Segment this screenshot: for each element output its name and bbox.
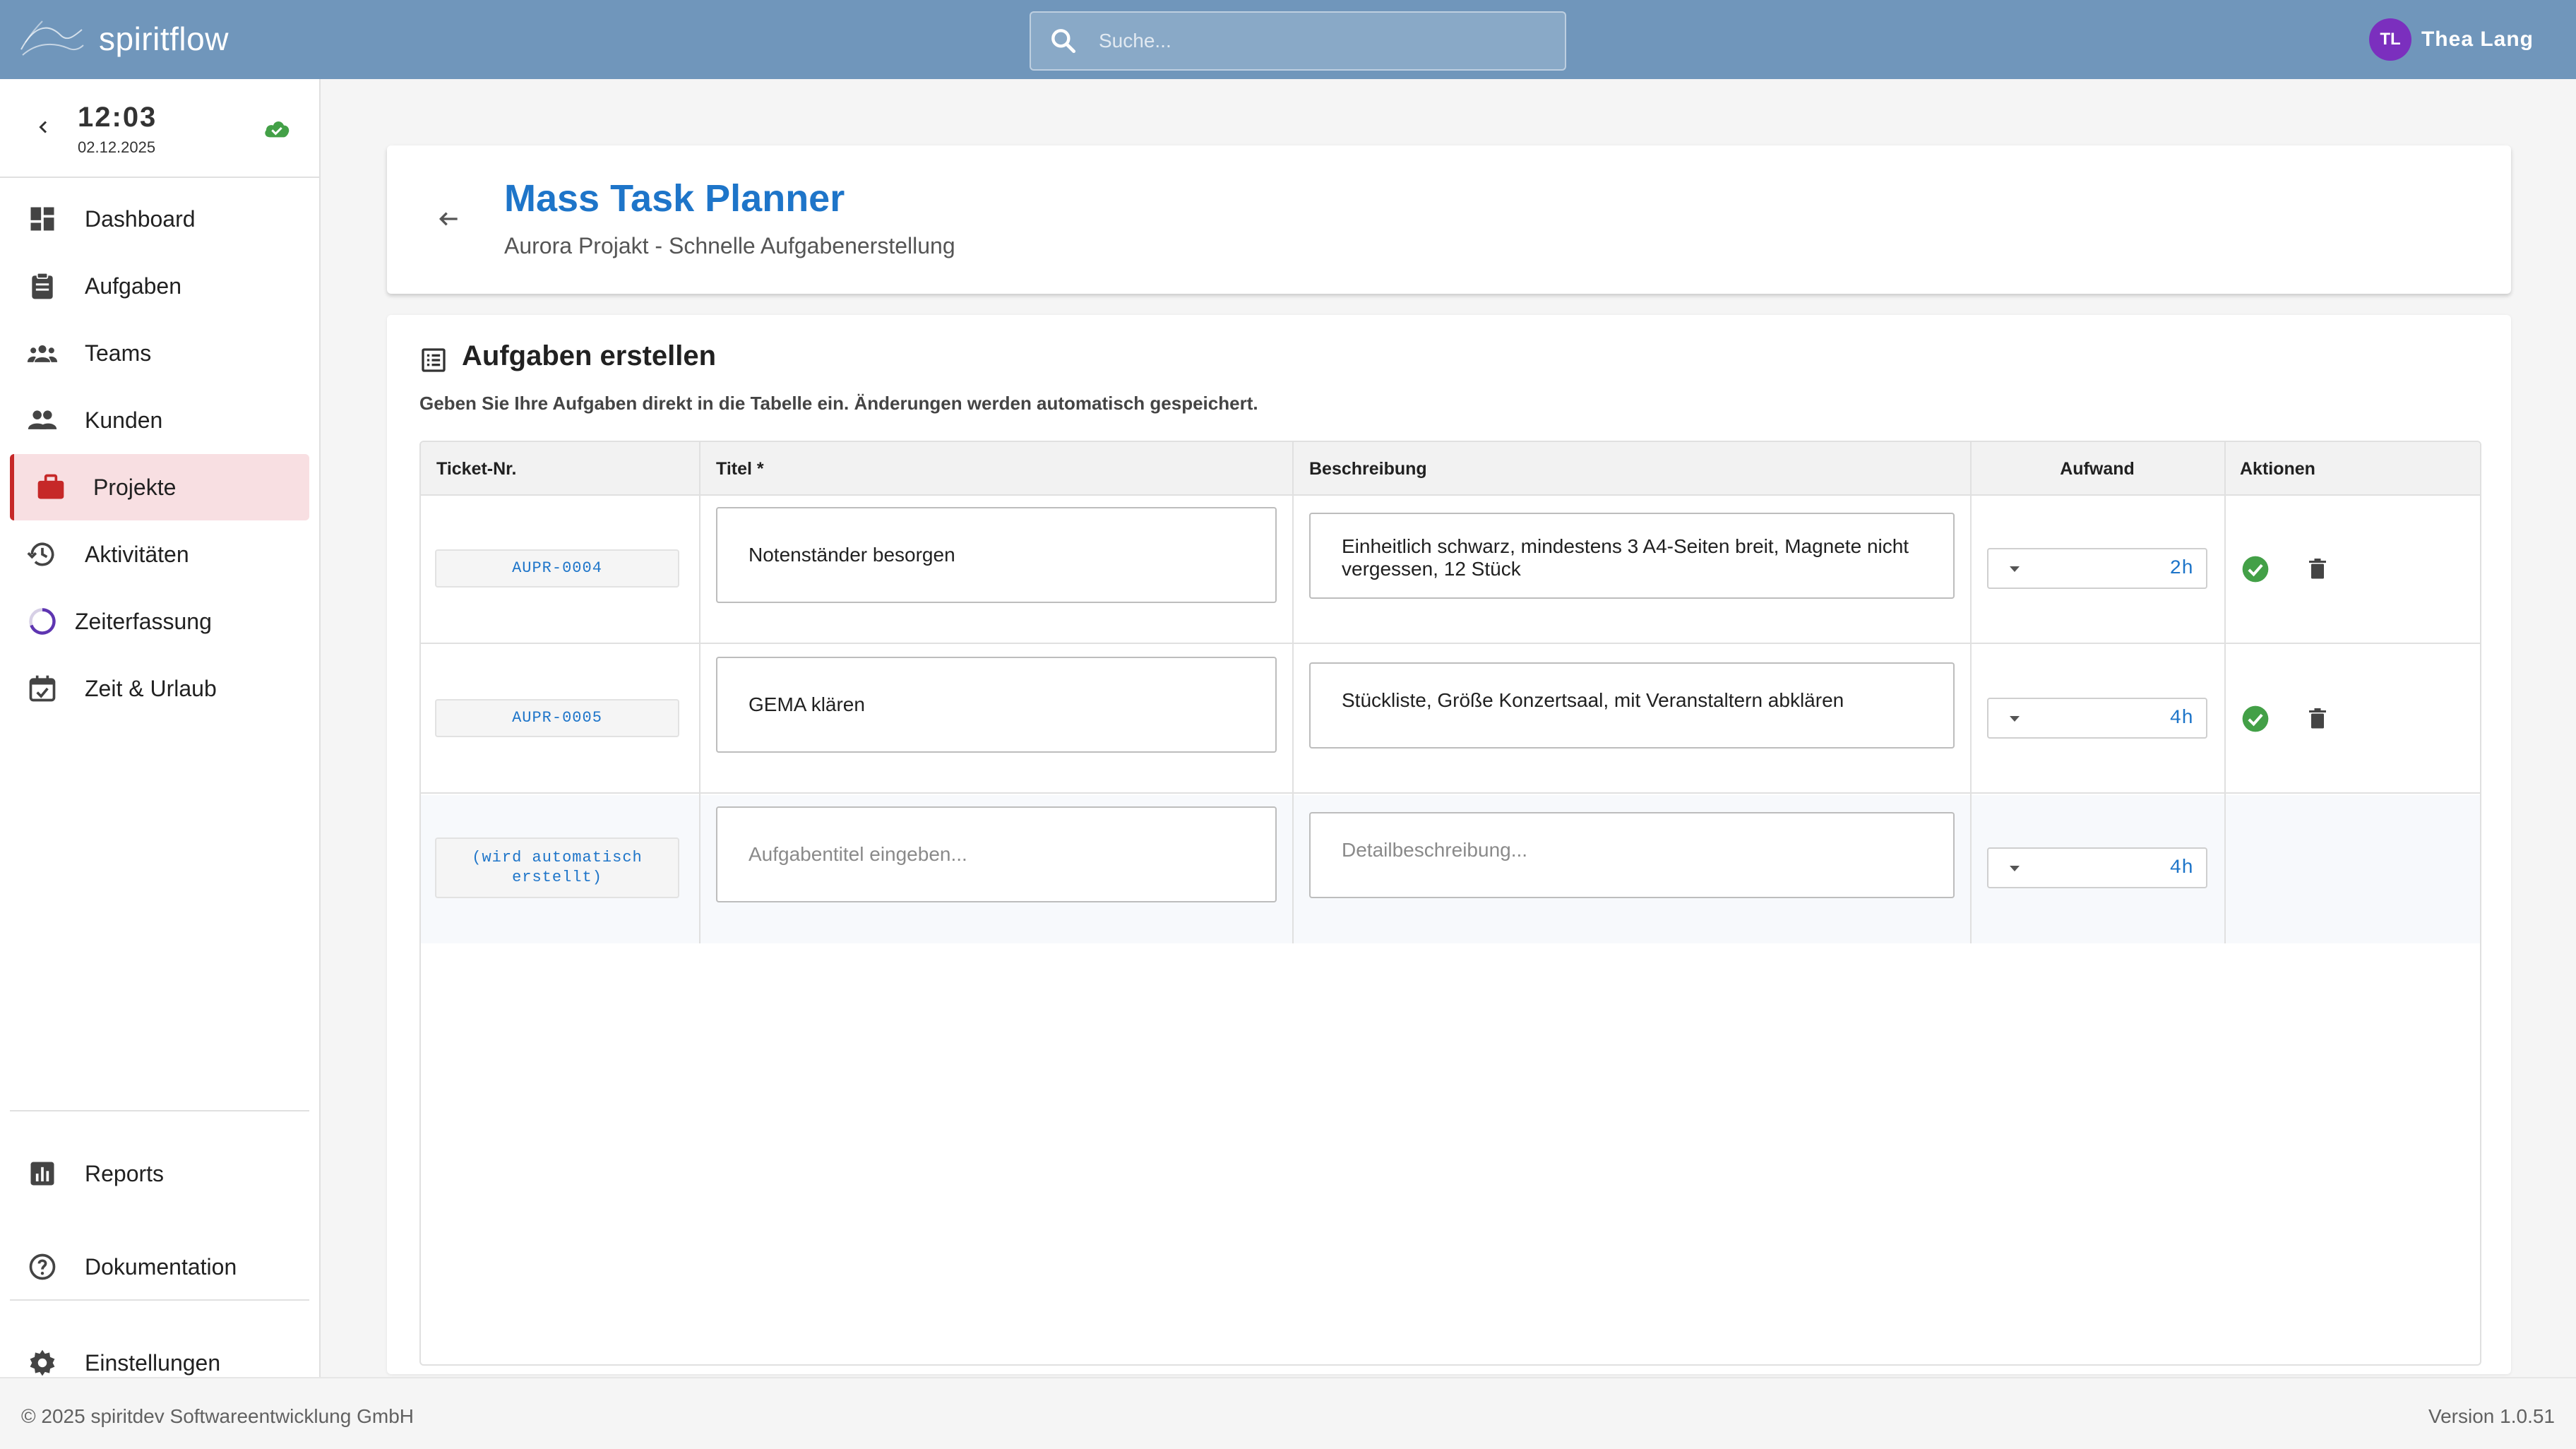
column-header-ticket: Ticket-Nr.: [436, 459, 517, 479]
groups-icon: [27, 345, 58, 362]
caret-down-icon: [2010, 866, 2020, 871]
caret-down-icon: [2010, 716, 2020, 722]
sidebar-item-zeit-urlaub[interactable]: Zeit & Urlaub: [10, 655, 309, 722]
caret-down-icon: [2010, 566, 2020, 572]
column-divider: [1292, 442, 1294, 943]
bar-chart-icon: [30, 1162, 54, 1186]
sidebar-item-aktivitaeten[interactable]: Aktivitäten: [10, 521, 309, 588]
sidebar: 12:03 02.12.2025 Dashboard Aufgaben Team…: [0, 79, 321, 1377]
delete-icon[interactable]: [2305, 706, 2330, 732]
user-name[interactable]: Thea Lang: [2421, 28, 2534, 52]
effort-select[interactable]: 2h: [1987, 548, 2207, 589]
sidebar-item-label: Dashboard: [85, 205, 196, 232]
spiritflow-logo-icon: [20, 20, 84, 56]
sidebar-item-projekte[interactable]: Projekte: [10, 454, 309, 520]
gear-icon: [30, 1349, 55, 1376]
sidebar-item-label: Zeit & Urlaub: [85, 675, 217, 701]
sidebar-item-label: Projekte: [93, 474, 177, 500]
table-row: AUPR-0004 Notenständer besorgen Einheitl…: [421, 496, 2480, 644]
search-icon: [1051, 29, 1076, 54]
task-table: Ticket-Nr. Titel * Beschreibung Aufwand …: [419, 441, 2481, 1366]
column-divider: [2224, 442, 2226, 943]
history-icon: [27, 542, 54, 566]
check-circle-icon[interactable]: [2241, 705, 2270, 733]
sidebar-nav: Dashboard Aufgaben Teams Kunden Projekte…: [0, 185, 319, 722]
list-icon: [422, 348, 446, 372]
sidebar-item-dokumentation[interactable]: Dokumentation: [10, 1234, 309, 1300]
clock-date: 02.12.2025: [78, 138, 156, 156]
sidebar-item-label: Kunden: [85, 407, 163, 433]
ticket-number-auto: (wird automatisch erstellt): [435, 837, 679, 898]
cloud-done-icon: [265, 121, 290, 138]
app-name: spiritflow: [99, 20, 229, 57]
title-input-new[interactable]: Aufgabentitel eingeben...: [716, 806, 1277, 902]
version: Version 1.0.51: [2428, 1405, 2555, 1427]
sidebar-item-kunden[interactable]: Kunden: [10, 387, 309, 453]
sidebar-item-teams[interactable]: Teams: [10, 320, 309, 386]
check-circle-icon[interactable]: [2241, 555, 2270, 583]
effort-value: 4h: [2169, 857, 2193, 879]
page-header-card: Mass Task Planner Aurora Projakt - Schne…: [387, 145, 2511, 294]
people-icon: [28, 410, 57, 429]
search-input[interactable]: [1099, 30, 1522, 52]
search-box[interactable]: [1030, 11, 1566, 71]
clock-time: 12:03: [78, 102, 157, 133]
help-circle-icon: [29, 1253, 56, 1280]
clipboard-icon: [32, 272, 53, 299]
sidebar-item-label: Einstellungen: [85, 1349, 221, 1376]
title-input[interactable]: Notenständer besorgen: [716, 507, 1277, 603]
sidebar-item-reports[interactable]: Reports: [10, 1140, 309, 1207]
table-header: Ticket-Nr. Titel * Beschreibung Aufwand …: [421, 442, 2480, 496]
table-row: AUPR-0005 GEMA klären Stückliste, Größe …: [421, 645, 2480, 794]
avatar[interactable]: TL: [2368, 18, 2411, 61]
divider: [10, 1110, 309, 1111]
page-subtitle: Aurora Projakt - Schnelle Aufgabenerstel…: [504, 233, 955, 258]
sidebar-item-label: Dokumentation: [85, 1253, 237, 1280]
effort-select-new[interactable]: 4h: [1987, 847, 2207, 888]
column-header-title: Titel *: [716, 459, 764, 479]
page-title: Mass Task Planner: [504, 177, 845, 220]
sidebar-item-label: Teams: [85, 340, 152, 366]
sidebar-item-label: Reports: [85, 1160, 165, 1186]
dashboard-icon: [30, 207, 54, 231]
app-logo[interactable]: spiritflow: [18, 14, 229, 64]
sidebar-item-label: Zeiterfassung: [75, 608, 212, 634]
copyright: © 2025 spiritdev Softwareentwicklung Gmb…: [21, 1405, 414, 1427]
sidebar-item-dashboard[interactable]: Dashboard: [10, 186, 309, 252]
top-bar: spiritflow TL Thea Lang: [0, 0, 2576, 79]
effort-select[interactable]: 4h: [1987, 698, 2207, 739]
user-menu[interactable]: TL Thea Lang: [2368, 18, 2534, 61]
sidebar-item-label: Aufgaben: [85, 273, 182, 299]
column-divider: [699, 442, 700, 943]
title-input[interactable]: GEMA klären: [716, 657, 1277, 753]
column-header-description: Beschreibung: [1309, 459, 1427, 479]
clock-panel: 12:03 02.12.2025: [0, 79, 319, 178]
ticket-number: AUPR-0004: [435, 549, 679, 588]
divider: [10, 1299, 309, 1301]
description-input-new[interactable]: Detailbeschreibung...: [1309, 812, 1955, 898]
calendar-icon: [29, 675, 56, 702]
task-creation-card: Aufgaben erstellen Geben Sie Ihre Aufgab…: [387, 315, 2511, 1374]
progress-icon: [29, 608, 56, 635]
description-input[interactable]: Stückliste, Größe Konzertsaal, mit Veran…: [1309, 662, 1955, 749]
sidebar-item-aufgaben[interactable]: Aufgaben: [10, 253, 309, 319]
chevron-left-icon[interactable]: [31, 114, 56, 140]
description-input[interactable]: Einheitlich schwarz, mindestens 3 A4-Sei…: [1309, 513, 1955, 599]
effort-value: 2h: [2169, 558, 2193, 580]
section-description: Geben Sie Ihre Aufgaben direkt in die Ta…: [419, 393, 1258, 414]
column-header-actions: Aktionen: [2240, 459, 2315, 479]
delete-icon[interactable]: [2305, 556, 2330, 582]
section-title: Aufgaben erstellen: [462, 340, 717, 371]
column-divider: [1970, 442, 1972, 943]
ticket-number: AUPR-0005: [435, 699, 679, 737]
arrow-left-icon[interactable]: [435, 205, 463, 233]
new-task-row: (wird automatisch erstellt) Aufgabentite…: [421, 795, 2480, 943]
sidebar-item-label: Aktivitäten: [85, 541, 189, 567]
effort-value: 4h: [2169, 708, 2193, 729]
sidebar-item-zeiterfassung[interactable]: Zeiterfassung: [10, 588, 309, 655]
footer: © 2025 spiritdev Softwareentwicklung Gmb…: [0, 1377, 2576, 1449]
briefcase-icon: [37, 474, 64, 499]
column-header-effort: Aufwand: [2060, 459, 2135, 479]
